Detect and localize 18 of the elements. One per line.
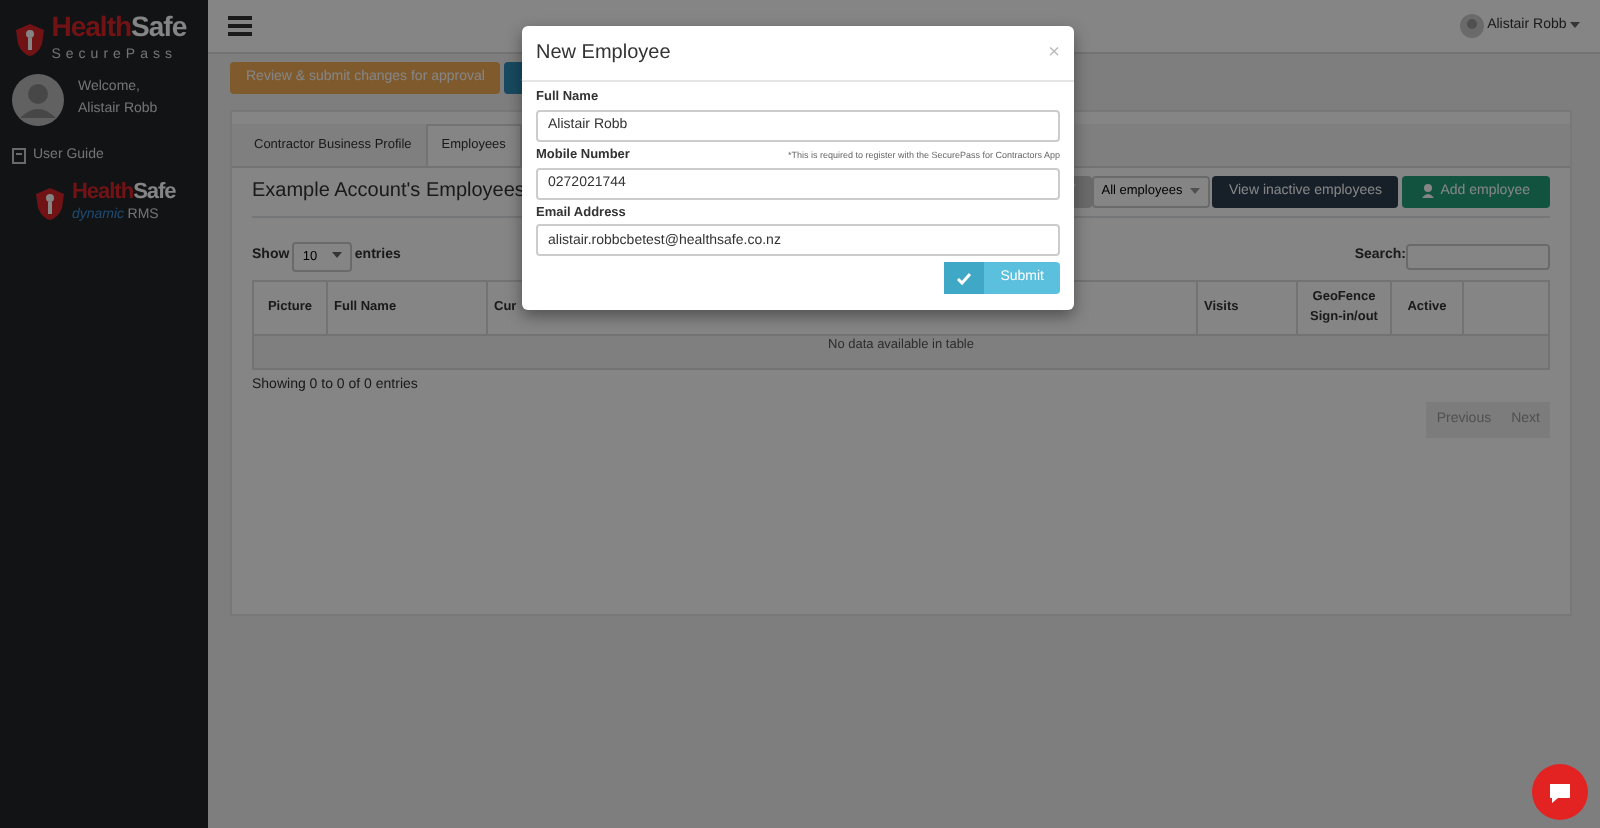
caret-icon (1570, 22, 1580, 30)
book-icon (12, 148, 26, 165)
check-icon (956, 271, 973, 286)
modal-title: New Employee (536, 40, 671, 68)
caret-icon (331, 252, 342, 261)
brand-name: HealthSafe (71, 179, 176, 203)
search-field[interactable] (1406, 243, 1550, 270)
caret-icon (1189, 187, 1200, 196)
person-icon (1421, 184, 1434, 199)
logo-icon (12, 21, 48, 57)
logo-icon (32, 186, 69, 222)
avatar-icon (12, 73, 64, 125)
chat-button[interactable] (1532, 764, 1588, 820)
avatar-icon (1459, 14, 1484, 38)
menu-icon[interactable] (228, 16, 252, 36)
chat-icon (1548, 781, 1572, 803)
page-heading: Example Account's Employees (252, 178, 525, 207)
brand-name: HealthSafe (51, 10, 187, 42)
